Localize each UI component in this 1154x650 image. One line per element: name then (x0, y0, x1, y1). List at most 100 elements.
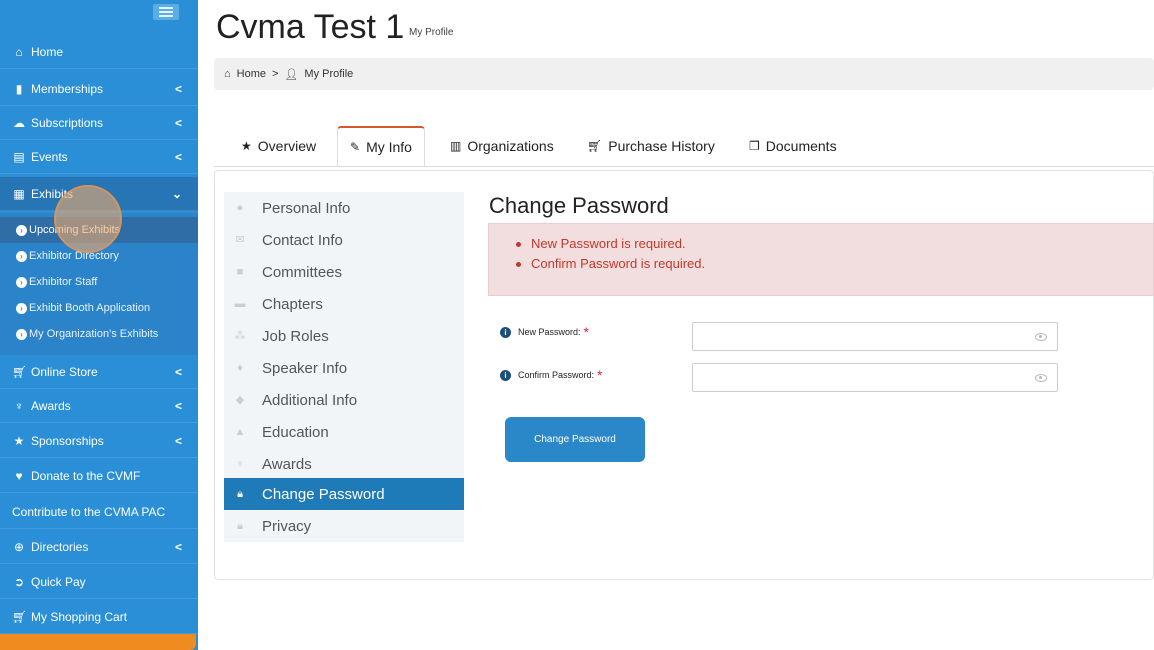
sidebar-item-exhibits[interactable]: ▦ Exhibits ⌄ (0, 177, 198, 211)
sidebar-item-label: Donate to the CVMF (31, 468, 141, 483)
home-icon: ⌂ (224, 68, 231, 80)
sidebar-subitem-exhibitor-staff[interactable]: › Exhibitor Staff (0, 269, 198, 295)
sidebar-item-my-profile[interactable] (0, 634, 196, 650)
sidebar-subitem-label: Upcoming Exhibits (29, 224, 121, 236)
briefcase-icon: ■ (236, 266, 244, 278)
profile-nav-label: Contact Info (262, 231, 343, 249)
tab-overview[interactable]: ★ Overview (241, 126, 316, 166)
chevron-circle-icon: › (16, 250, 27, 262)
chevron-left-icon: < (174, 364, 182, 379)
profile-nav-contact-info[interactable]: ✉ Contact Info (224, 224, 464, 256)
sidebar-item-memberships[interactable]: ▮ Memberships < (0, 72, 198, 106)
sidebar-item-shopping-cart[interactable]: 🛒︎ My Shopping Cart (0, 600, 198, 634)
page-subtitle: My Profile (409, 27, 454, 38)
profile-nav-awards[interactable]: ♆ Awards (224, 448, 464, 480)
form-title: Change Password (489, 193, 669, 218)
bullet (516, 261, 521, 267)
tab-my-info[interactable]: ✎ My Info (337, 126, 425, 166)
profile-nav: ● Personal Info ✉ Contact Info ■ Committ… (224, 192, 464, 542)
confirm-password-label: i Confirm Password: * (500, 367, 602, 383)
profile-nav-personal-info[interactable]: ● Personal Info (224, 192, 464, 224)
breadcrumb-home[interactable]: Home (237, 68, 266, 80)
eye-icon[interactable] (1035, 374, 1047, 382)
calendar-icon: ▤ (13, 149, 25, 164)
tab-documents[interactable]: ❐ Documents (749, 126, 837, 166)
sidebar-item-online-store[interactable]: 🛒︎ Online Store < (0, 355, 198, 389)
tags-icon: ◆ (235, 394, 245, 406)
chevron-circle-icon: › (16, 224, 27, 236)
profile-nav-change-password[interactable]: 🔒︎ Change Password (224, 478, 464, 510)
chevron-left-icon: < (174, 433, 182, 448)
sidebar-item-directories[interactable]: ⊕ Directories < (0, 530, 198, 564)
tab-purchase-history[interactable]: 🛒︎ Purchase History (587, 126, 715, 166)
lock-icon: 🔒︎ (237, 520, 243, 532)
sidebar-item-label: Memberships (31, 81, 104, 96)
error-text: Confirm Password is required. (531, 256, 706, 271)
sidebar-item-quick-pay[interactable]: ➲ Quick Pay (0, 565, 198, 599)
profile-nav-label: Committees (262, 263, 343, 281)
sidebar: ⌂ Home ▮ Memberships < ☁ Subscriptions <… (0, 0, 198, 650)
sidebar-item-sponsorships[interactable]: ★ Sponsorships < (0, 424, 198, 458)
required-marker: * (597, 367, 603, 383)
info-icon[interactable]: i (500, 369, 511, 381)
profile-nav-education[interactable]: ▲ Education (224, 416, 464, 448)
profile-nav-committees[interactable]: ■ Committees (224, 256, 464, 288)
sidebar-subitem-label: Exhibit Booth Application (29, 302, 151, 314)
confirm-password-label-text: Confirm Password: (518, 370, 595, 380)
tab-label: Documents (765, 138, 837, 154)
building-icon: ▥ (450, 139, 462, 153)
user-icon: 👤︎ (284, 68, 299, 81)
profile-nav-job-roles[interactable]: ⁂ Job Roles (224, 320, 464, 352)
sidebar-subitem-exhibit-booth-application[interactable]: › Exhibit Booth Application (0, 295, 198, 321)
profile-nav-label: Education (262, 423, 329, 441)
chevron-left-icon: < (174, 81, 182, 96)
info-icon[interactable]: i (500, 326, 511, 338)
star-icon: ★ (241, 139, 252, 153)
error-message: New Password is required. (516, 234, 1153, 254)
cart-icon: 🛒︎ (587, 139, 603, 153)
eye-icon[interactable] (1035, 333, 1047, 341)
profile-nav-chapters[interactable]: ▬ Chapters (224, 288, 464, 320)
chevron-down-icon: ⌄ (171, 186, 182, 201)
cart-icon: 🛒︎ (12, 364, 28, 379)
confirm-password-input[interactable] (692, 363, 1058, 392)
sidebar-item-subscriptions[interactable]: ☁ Subscriptions < (0, 106, 198, 140)
trophy-icon: ♆ (235, 458, 245, 470)
sidebar-item-donate[interactable]: ♥ Donate to the CVMF (0, 459, 198, 493)
sidebar-item-awards[interactable]: ♆ Awards < (0, 389, 198, 423)
sidebar-subitem-my-organizations-exhibits[interactable]: › My Organization's Exhibits (0, 321, 198, 347)
profile-tabs: ★ Overview ✎ My Info ▥ Organizations 🛒︎ … (214, 126, 1154, 166)
sidebar-item-home[interactable]: ⌂ Home (0, 35, 198, 69)
sidebar-item-label: Awards (31, 398, 71, 413)
required-marker: * (583, 324, 589, 340)
sidebar-subitem-exhibitor-directory[interactable]: › Exhibitor Directory (0, 243, 198, 269)
sidebar-subitem-upcoming-exhibits[interactable]: › Upcoming Exhibits (0, 217, 198, 243)
error-message: Confirm Password is required. (516, 254, 1153, 274)
new-password-input[interactable] (692, 322, 1058, 351)
tab-organizations[interactable]: ▥ Organizations (450, 126, 554, 166)
change-password-button[interactable]: Change Password (505, 417, 645, 462)
profile-nav-label: Chapters (262, 295, 323, 313)
profile-nav-speaker-info[interactable]: ♦ Speaker Info (224, 352, 464, 384)
profile-nav-label: Additional Info (262, 391, 358, 409)
sidebar-item-label: Quick Pay (31, 574, 86, 589)
sidebar-item-events[interactable]: ▤ Events < (0, 140, 198, 174)
profile-nav-additional-info[interactable]: ◆ Additional Info (224, 384, 464, 416)
profile-nav-label: Personal Info (262, 199, 351, 217)
page-title: Cvma Test 1 (216, 8, 405, 46)
sitemap-icon: ⁂ (234, 330, 246, 342)
trophy-icon: ♆ (14, 398, 24, 413)
tab-divider (214, 166, 1154, 167)
microphone-icon: ♦ (237, 362, 243, 374)
chevron-left-icon: < (174, 149, 182, 164)
lock-icon: 🔒︎ (237, 488, 243, 500)
sidebar-item-label: Subscriptions (31, 115, 104, 130)
sidebar-toggle-button[interactable] (153, 4, 179, 20)
menu-icon-bar (159, 15, 173, 17)
home-icon: ⌂ (15, 44, 23, 59)
tab-label: My Info (366, 139, 412, 155)
sidebar-item-contribute-pac[interactable]: Contribute to the CVMA PAC (0, 495, 198, 529)
profile-nav-privacy[interactable]: 🔒︎ Privacy (224, 510, 464, 542)
documents-icon: ❐ (749, 139, 760, 153)
chevron-circle-icon: › (16, 302, 27, 314)
